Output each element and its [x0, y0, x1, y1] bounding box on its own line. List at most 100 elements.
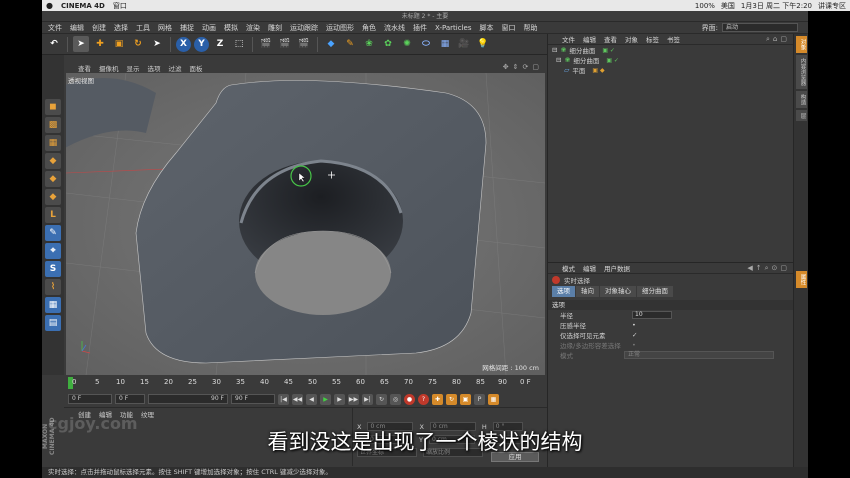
lock-icon[interactable]: ▤: [45, 315, 61, 331]
next-key-icon[interactable]: ▶▶: [348, 393, 359, 405]
floor-icon[interactable]: ⬭: [418, 36, 434, 52]
om-menu-tags[interactable]: 标签: [646, 34, 659, 44]
edge-tolerance-checkbox[interactable]: •: [632, 341, 636, 349]
tab-axis[interactable]: 轴向: [576, 286, 599, 297]
lock-icon[interactable]: ⊙: [772, 264, 778, 273]
tab-content-browser[interactable]: 内容浏览器: [795, 55, 807, 89]
go-to-start-icon[interactable]: |◀: [278, 393, 289, 405]
visible-only-checkbox[interactable]: ✓: [632, 331, 637, 339]
object-name[interactable]: 平面: [572, 65, 585, 75]
am-menu-user-data[interactable]: 用户数据: [604, 263, 630, 273]
current-frame-field[interactable]: 0 F: [115, 394, 145, 404]
apple-icon[interactable]: ●: [46, 1, 53, 10]
object-flags[interactable]: ▣ ◆: [592, 67, 604, 74]
menu-tools[interactable]: 工具: [136, 23, 150, 33]
menu-mesh[interactable]: 网格: [158, 23, 172, 33]
next-frame-icon[interactable]: ▶: [334, 393, 345, 405]
undo-button[interactable]: ↶: [46, 36, 62, 52]
expand-icon[interactable]: ⊟: [552, 46, 557, 54]
viewport-menu-view[interactable]: 查看: [78, 63, 91, 73]
viewport-menu-display[interactable]: 显示: [127, 63, 140, 73]
texture-mode-icon[interactable]: ▩: [45, 117, 61, 133]
menu-edit[interactable]: 编辑: [70, 23, 84, 33]
object-flags[interactable]: ▣ ✓: [602, 47, 615, 54]
material-menu-texture[interactable]: 纹理: [141, 409, 154, 419]
tab-options[interactable]: 选项: [552, 286, 575, 297]
menu-pipeline[interactable]: 流水线: [384, 23, 405, 33]
mode-select[interactable]: 正常: [624, 351, 774, 359]
back-icon[interactable]: ◀: [747, 264, 752, 273]
om-menu-file[interactable]: 文件: [562, 34, 575, 44]
timeline[interactable]: 0 5 10 15 20 25 30 35 40 45 50 55 60 65 …: [64, 375, 547, 391]
prev-frame-icon[interactable]: ◀: [306, 393, 317, 405]
timeline-menu-icon[interactable]: ▦: [488, 393, 499, 405]
menu-xparticles[interactable]: X-Particles: [435, 24, 471, 32]
object-name[interactable]: 细分曲面: [569, 45, 595, 55]
object-row[interactable]: ▱ 平面 ▣ ◆: [548, 65, 793, 75]
viewport-menu-camera[interactable]: 摄像机: [99, 63, 119, 73]
max-frame-field[interactable]: 90 F: [231, 394, 275, 404]
am-menu-edit[interactable]: 编辑: [583, 263, 596, 273]
tweak-mode-icon[interactable]: ✎: [45, 225, 61, 241]
user-name[interactable]: 讲课专区: [818, 1, 846, 11]
last-tool-icon[interactable]: ➤: [149, 36, 165, 52]
am-menu-mode[interactable]: 模式: [562, 263, 575, 273]
brush-icon[interactable]: ⌇: [45, 279, 61, 295]
om-menu-objects[interactable]: 对象: [625, 34, 638, 44]
y-axis-lock-button[interactable]: Y: [194, 36, 209, 52]
menu-character[interactable]: 角色: [362, 23, 376, 33]
menu-animate[interactable]: 动画: [202, 23, 216, 33]
tab-subdivision[interactable]: 细分曲面: [637, 286, 673, 297]
polygons-mode-icon[interactable]: ◆: [45, 189, 61, 205]
input-source[interactable]: 美国: [721, 1, 735, 11]
search-icon[interactable]: ⌕: [766, 35, 770, 44]
om-menu-view[interactable]: 查看: [604, 34, 617, 44]
tab-layers[interactable]: 层: [795, 109, 807, 121]
x-axis-lock-button[interactable]: X: [176, 36, 191, 52]
pressure-radius-checkbox[interactable]: •: [632, 321, 636, 329]
move-tool-icon[interactable]: ✚: [92, 36, 108, 52]
menu-render[interactable]: 渲染: [246, 23, 260, 33]
go-to-end-icon[interactable]: ▶|: [362, 393, 373, 405]
object-row[interactable]: ⊟ ❀ 细分曲面 ▣ ✓: [548, 45, 793, 55]
light-icon[interactable]: 💡: [475, 36, 491, 52]
radius-field[interactable]: 10: [632, 311, 672, 319]
cloner-icon[interactable]: ✿: [380, 36, 396, 52]
pan-icon[interactable]: ✥: [503, 63, 509, 71]
workplane-icon[interactable]: ▦: [45, 135, 61, 151]
scale-key-icon[interactable]: ▣: [460, 393, 471, 405]
cube-icon[interactable]: ◆: [323, 36, 339, 52]
grid-icon[interactable]: ▦: [45, 297, 61, 313]
edges-mode-icon[interactable]: ◆: [45, 171, 61, 187]
start-frame-field[interactable]: 0 F: [68, 394, 112, 404]
mac-menu-window[interactable]: 窗口: [113, 1, 127, 11]
object-name[interactable]: 细分曲面: [573, 55, 599, 65]
search-icon[interactable]: ⌕: [765, 264, 769, 273]
render-view-icon[interactable]: 🎬: [258, 36, 274, 52]
prev-key-icon[interactable]: ◀◀: [292, 393, 303, 405]
menu-help[interactable]: 帮助: [523, 23, 537, 33]
orbit-icon[interactable]: ⟳: [523, 63, 529, 71]
expand-icon[interactable]: ⊟: [556, 56, 561, 64]
record-icon[interactable]: ●: [404, 393, 415, 405]
points-mode-icon[interactable]: ◆: [45, 153, 61, 169]
om-menu-bookmarks[interactable]: 书签: [667, 34, 680, 44]
soft-selection-icon[interactable]: S: [45, 261, 61, 277]
perspective-viewport[interactable]: 透视视图 网格间距 : 100 cm: [66, 73, 545, 375]
camera-icon[interactable]: 🎥: [456, 36, 472, 52]
menu-mograph[interactable]: 运动图形: [326, 23, 354, 33]
tab-attributes[interactable]: 属性: [795, 271, 807, 288]
param-key-icon[interactable]: P: [474, 393, 485, 405]
zoom-icon[interactable]: ⇕: [513, 63, 519, 71]
autokey-icon[interactable]: ?: [418, 393, 429, 405]
move-key-icon[interactable]: ✚: [432, 393, 443, 405]
loop-icon[interactable]: ↻: [376, 393, 387, 405]
new-view-icon[interactable]: ▢: [780, 264, 787, 273]
viewport-menu-panel[interactable]: 面板: [190, 63, 203, 73]
layout-select[interactable]: 启动: [722, 23, 798, 32]
scale-tool-icon[interactable]: ▣: [111, 36, 127, 52]
menu-create[interactable]: 创建: [92, 23, 106, 33]
end-frame-field[interactable]: 90 F: [148, 394, 228, 404]
render-settings-icon[interactable]: 🎬: [296, 36, 312, 52]
object-row[interactable]: ⊟ ❀ 细分曲面 ▣ ✓: [548, 55, 793, 65]
